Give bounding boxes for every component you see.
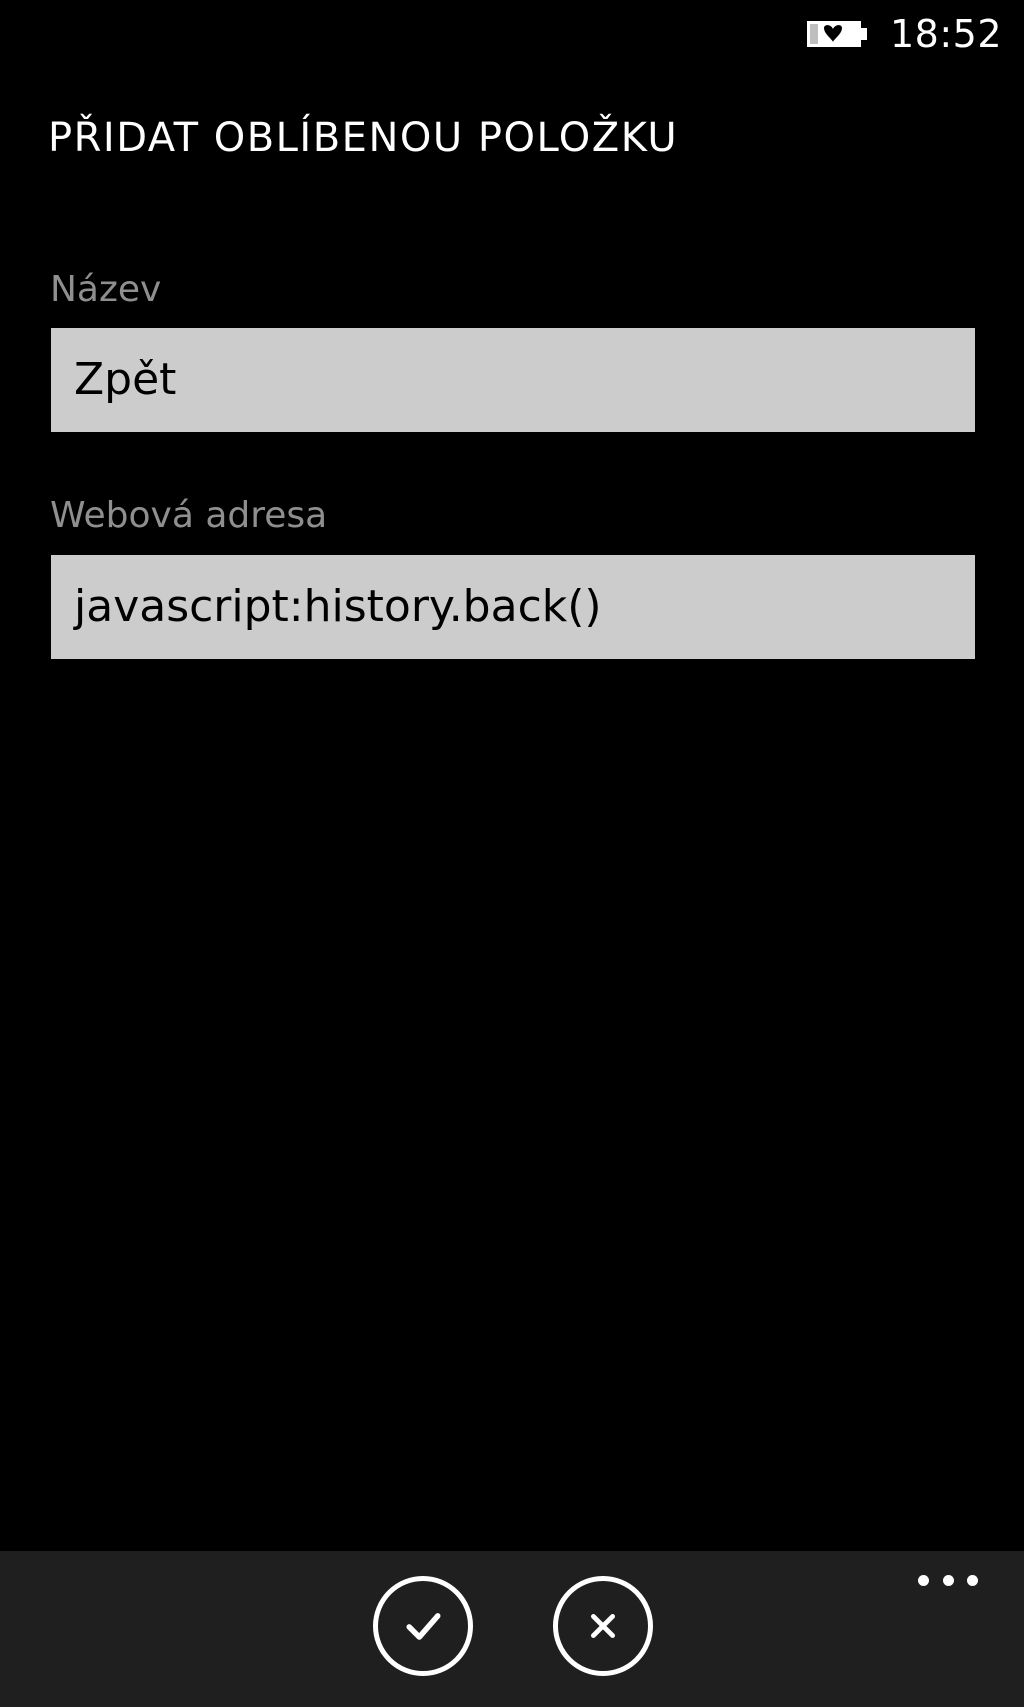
status-bar: 18:52 [0,0,1024,70]
url-field[interactable]: javascript:history.back() [51,555,975,659]
page-title: PŘIDAT OBLÍBENOU POLOŽKU [48,115,679,161]
battery-charging-icon [807,21,867,47]
accept-button[interactable] [373,1576,473,1676]
name-field[interactable]: Zpět [51,328,975,432]
status-clock: 18:52 [889,12,1002,56]
close-icon [591,1614,615,1638]
app-bar [0,1551,1024,1707]
url-label: Webová adresa [50,495,328,536]
more-dot [918,1574,929,1586]
more-dot [967,1574,978,1586]
more-dot [942,1574,954,1586]
name-label: Název [50,269,162,310]
more-options-icon[interactable] [918,1573,978,1587]
checkmark-icon [406,1613,441,1640]
cancel-button[interactable] [553,1576,653,1676]
